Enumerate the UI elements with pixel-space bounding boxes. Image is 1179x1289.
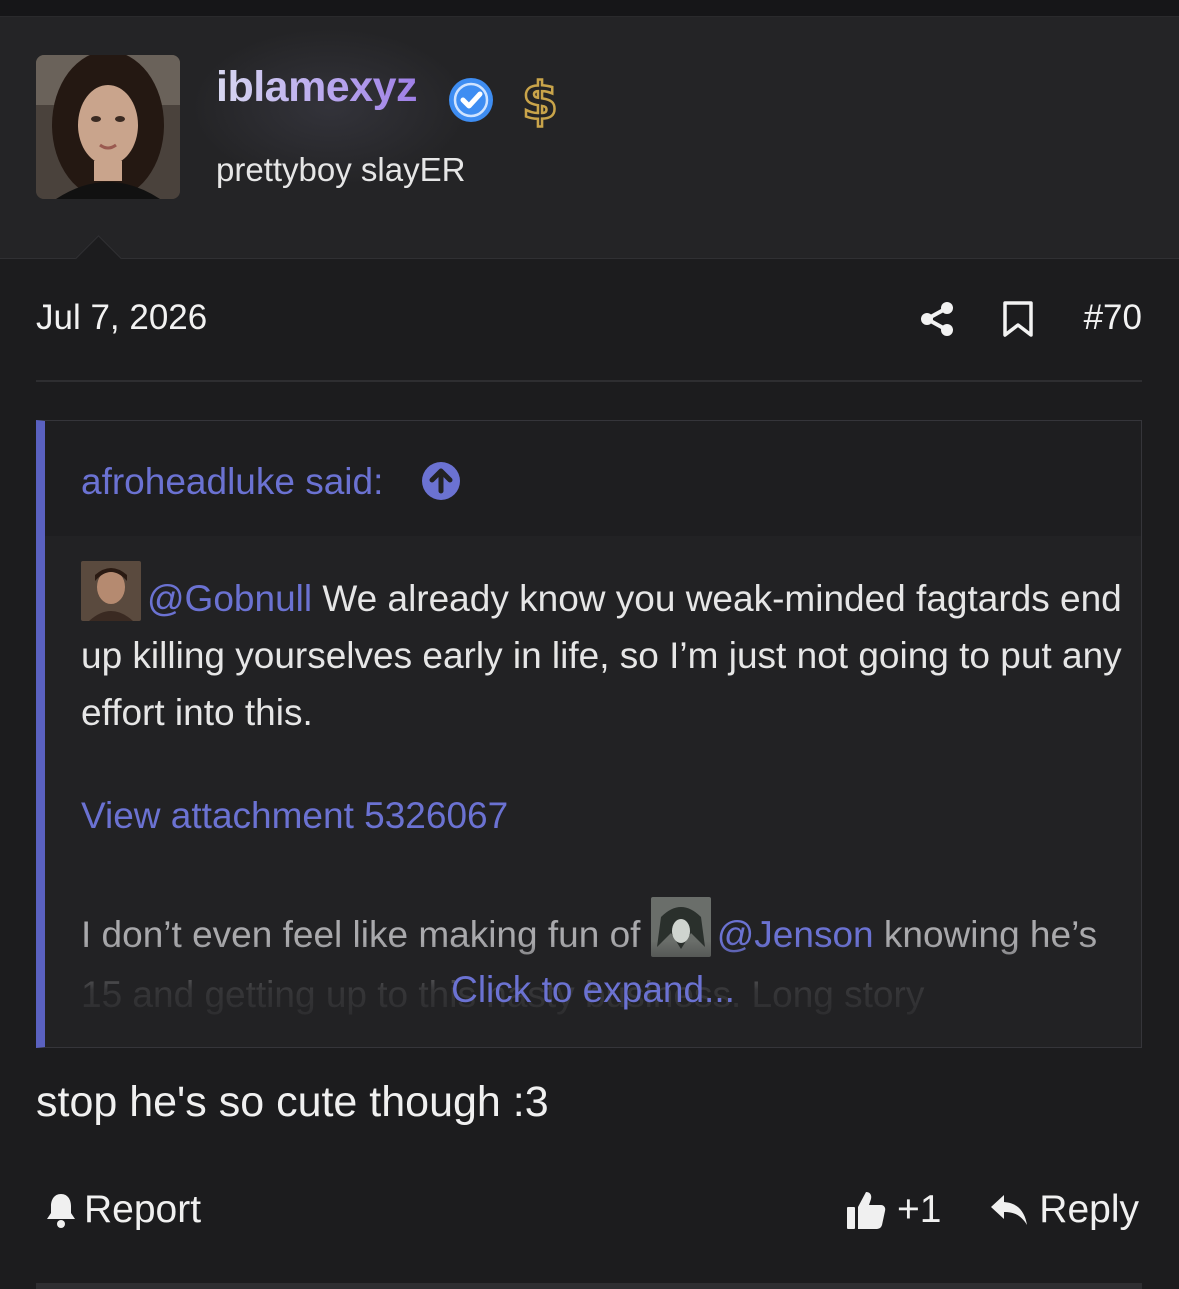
svg-text:$: $: [522, 73, 558, 129]
mention-gobnull[interactable]: @Gobnull: [147, 578, 312, 619]
reply-icon: [991, 1195, 1028, 1225]
bookmark-icon[interactable]: [1001, 300, 1035, 338]
bottom-divider: [36, 1283, 1142, 1289]
reply-button[interactable]: Reply: [989, 1188, 1139, 1232]
report-button[interactable]: Report: [44, 1188, 201, 1232]
quote-author[interactable]: afroheadluke said:: [81, 461, 383, 503]
bell-icon: [47, 1194, 75, 1228]
gobnull-avatar[interactable]: [81, 561, 141, 621]
arrow-up-icon[interactable]: [421, 461, 461, 501]
post-number[interactable]: #70: [1084, 298, 1142, 338]
reply-label: Reply: [1039, 1188, 1139, 1231]
divider: [36, 380, 1142, 382]
quote-block: afroheadluke said: @Gobnull We already k…: [36, 420, 1142, 1048]
username[interactable]: iblamexyz: [216, 63, 418, 112]
attachment-link[interactable]: View attachment 5326067: [81, 795, 508, 837]
verified-icon: [449, 78, 493, 122]
top-band: [0, 0, 1179, 17]
thumbs-up-icon: [847, 1192, 886, 1229]
quote-text: @Gobnull We already know you weak-minded…: [81, 561, 1131, 741]
report-label: Report: [84, 1188, 202, 1231]
like-button[interactable]: +1: [845, 1188, 941, 1232]
dollar-icon: $: [521, 73, 560, 129]
user-title: prettyboy slayER: [216, 151, 466, 188]
quote-header: afroheadluke said:: [45, 421, 1141, 536]
click-to-expand[interactable]: Click to expand...: [45, 969, 1141, 1011]
post-date[interactable]: Jul 7, 2026: [36, 298, 207, 338]
post-message: stop he's so cute though :3: [36, 1078, 549, 1126]
avatar[interactable]: [36, 55, 180, 199]
user-header: iblamexyz $ prettyboy slayER: [0, 17, 1179, 259]
like-count: +1: [897, 1188, 942, 1231]
share-icon[interactable]: [918, 300, 956, 338]
